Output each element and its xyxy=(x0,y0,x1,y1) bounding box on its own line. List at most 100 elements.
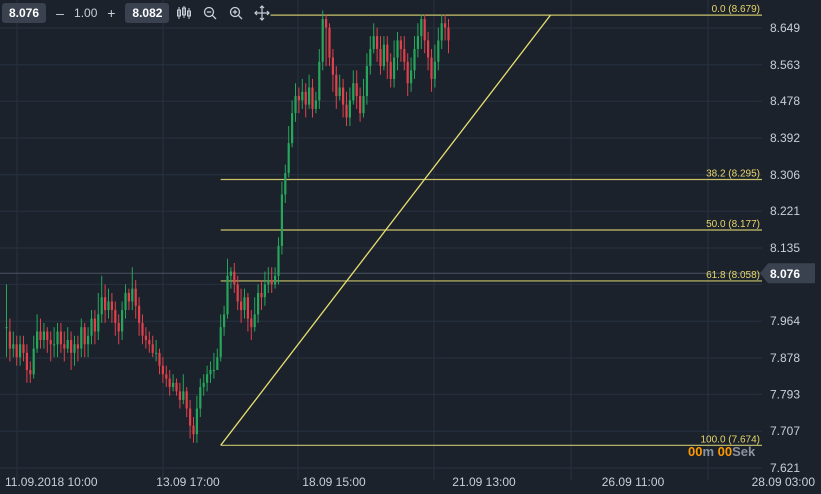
candle-body xyxy=(192,425,195,435)
candles-icon[interactable] xyxy=(173,3,195,23)
candlestick-chart[interactable]: 0.0 (8.679) 38.2 (8.295) 50.0 (8.177) 61.8 … xyxy=(0,0,821,494)
candle-body xyxy=(202,382,205,388)
candle xyxy=(325,14,328,67)
candle xyxy=(127,288,130,311)
bid-price[interactable]: 8.076 xyxy=(2,3,47,23)
candle-body xyxy=(114,310,117,323)
candle xyxy=(369,36,372,75)
candle-body xyxy=(257,292,260,315)
candle xyxy=(175,378,178,396)
candle xyxy=(318,48,321,109)
candle xyxy=(110,292,113,323)
candle-body xyxy=(243,297,246,311)
price-axis-tick: 7.878 xyxy=(770,351,800,365)
candle xyxy=(178,382,181,409)
candle xyxy=(46,327,49,353)
fib-level-label: 61.8 (8.058) xyxy=(706,270,760,281)
zoom-out-icon[interactable] xyxy=(199,3,221,23)
candle-body xyxy=(87,335,90,345)
candle-body xyxy=(110,301,113,311)
candle xyxy=(104,284,107,323)
candle xyxy=(97,292,100,341)
time-axis-tick: 26.09 11:00 xyxy=(602,475,665,489)
candle-body xyxy=(107,301,110,311)
candle xyxy=(182,374,185,405)
candle-body xyxy=(206,374,209,383)
candle-body xyxy=(66,340,69,349)
candle xyxy=(284,164,287,204)
candle xyxy=(59,322,62,353)
candle-body xyxy=(172,382,175,388)
candle-body xyxy=(83,327,86,345)
candle xyxy=(229,267,232,289)
countdown-seconds: 00 xyxy=(717,444,733,459)
candle xyxy=(114,301,117,336)
candle xyxy=(165,365,168,388)
candle xyxy=(389,53,392,88)
candle-body xyxy=(131,288,134,302)
candle xyxy=(93,310,96,345)
candle xyxy=(308,74,311,109)
candle-body xyxy=(219,327,222,358)
increase-button[interactable]: + xyxy=(101,3,121,23)
candle-body xyxy=(8,331,11,349)
candle-body xyxy=(161,365,164,375)
decrease-button[interactable]: – xyxy=(50,3,70,23)
candle-body xyxy=(46,331,49,341)
candle xyxy=(202,374,205,396)
candle-body xyxy=(416,36,419,49)
candle xyxy=(83,322,86,358)
candle xyxy=(107,288,110,319)
candle-body xyxy=(97,314,100,332)
candle xyxy=(379,36,382,75)
candle xyxy=(36,314,39,353)
candle xyxy=(280,181,283,255)
candle-body xyxy=(59,331,62,345)
ask-price[interactable]: 8.082 xyxy=(125,3,170,23)
candle xyxy=(243,288,246,319)
candle-body xyxy=(151,344,154,353)
candle-body xyxy=(39,331,42,341)
time-axis[interactable]: 11.09.2018 10:00 13.09 17:00 18.09 15:00 21… xyxy=(5,475,815,489)
candle xyxy=(151,335,154,358)
candle xyxy=(87,327,90,358)
price-axis[interactable]: 8.649 8.563 8.478 8.392 8.306 8.221 8.135 7.964… xyxy=(770,21,800,475)
candle-body xyxy=(420,19,423,37)
candle xyxy=(66,327,69,353)
candle-body xyxy=(15,344,18,358)
candle-body xyxy=(325,19,328,28)
candle-body xyxy=(155,352,158,354)
candle-body xyxy=(127,292,130,302)
fib-level-label: 38.2 (8.295) xyxy=(706,169,760,180)
candle-body xyxy=(410,70,413,84)
candle-body xyxy=(185,391,188,409)
candle-body xyxy=(117,322,120,332)
price-axis-tick: 7.964 xyxy=(770,314,800,328)
candle xyxy=(270,267,273,293)
candle-body xyxy=(331,57,334,75)
price-axis-tick: 8.135 xyxy=(770,241,800,255)
price-axis-tick: 7.793 xyxy=(770,387,800,401)
candle-body xyxy=(70,340,73,353)
candle xyxy=(362,78,365,118)
candle-body xyxy=(328,27,331,58)
time-axis-tick: 13.09 17:00 xyxy=(156,475,220,489)
candle-body xyxy=(413,48,416,71)
candle xyxy=(311,78,314,118)
candle xyxy=(39,318,42,349)
crosshair-icon[interactable] xyxy=(251,3,273,23)
candle-body xyxy=(5,327,8,329)
zoom-in-icon[interactable] xyxy=(225,3,247,23)
candle-body xyxy=(53,344,56,346)
price-axis-tick: 8.478 xyxy=(770,94,800,108)
candle-body xyxy=(393,57,396,79)
candle-body xyxy=(444,23,447,28)
candle xyxy=(100,275,103,323)
candle xyxy=(314,91,317,114)
candle xyxy=(267,267,270,293)
candle xyxy=(56,322,59,358)
candle-body xyxy=(22,344,25,353)
candle xyxy=(277,237,280,285)
candle-body xyxy=(90,318,93,336)
candle xyxy=(148,331,151,353)
